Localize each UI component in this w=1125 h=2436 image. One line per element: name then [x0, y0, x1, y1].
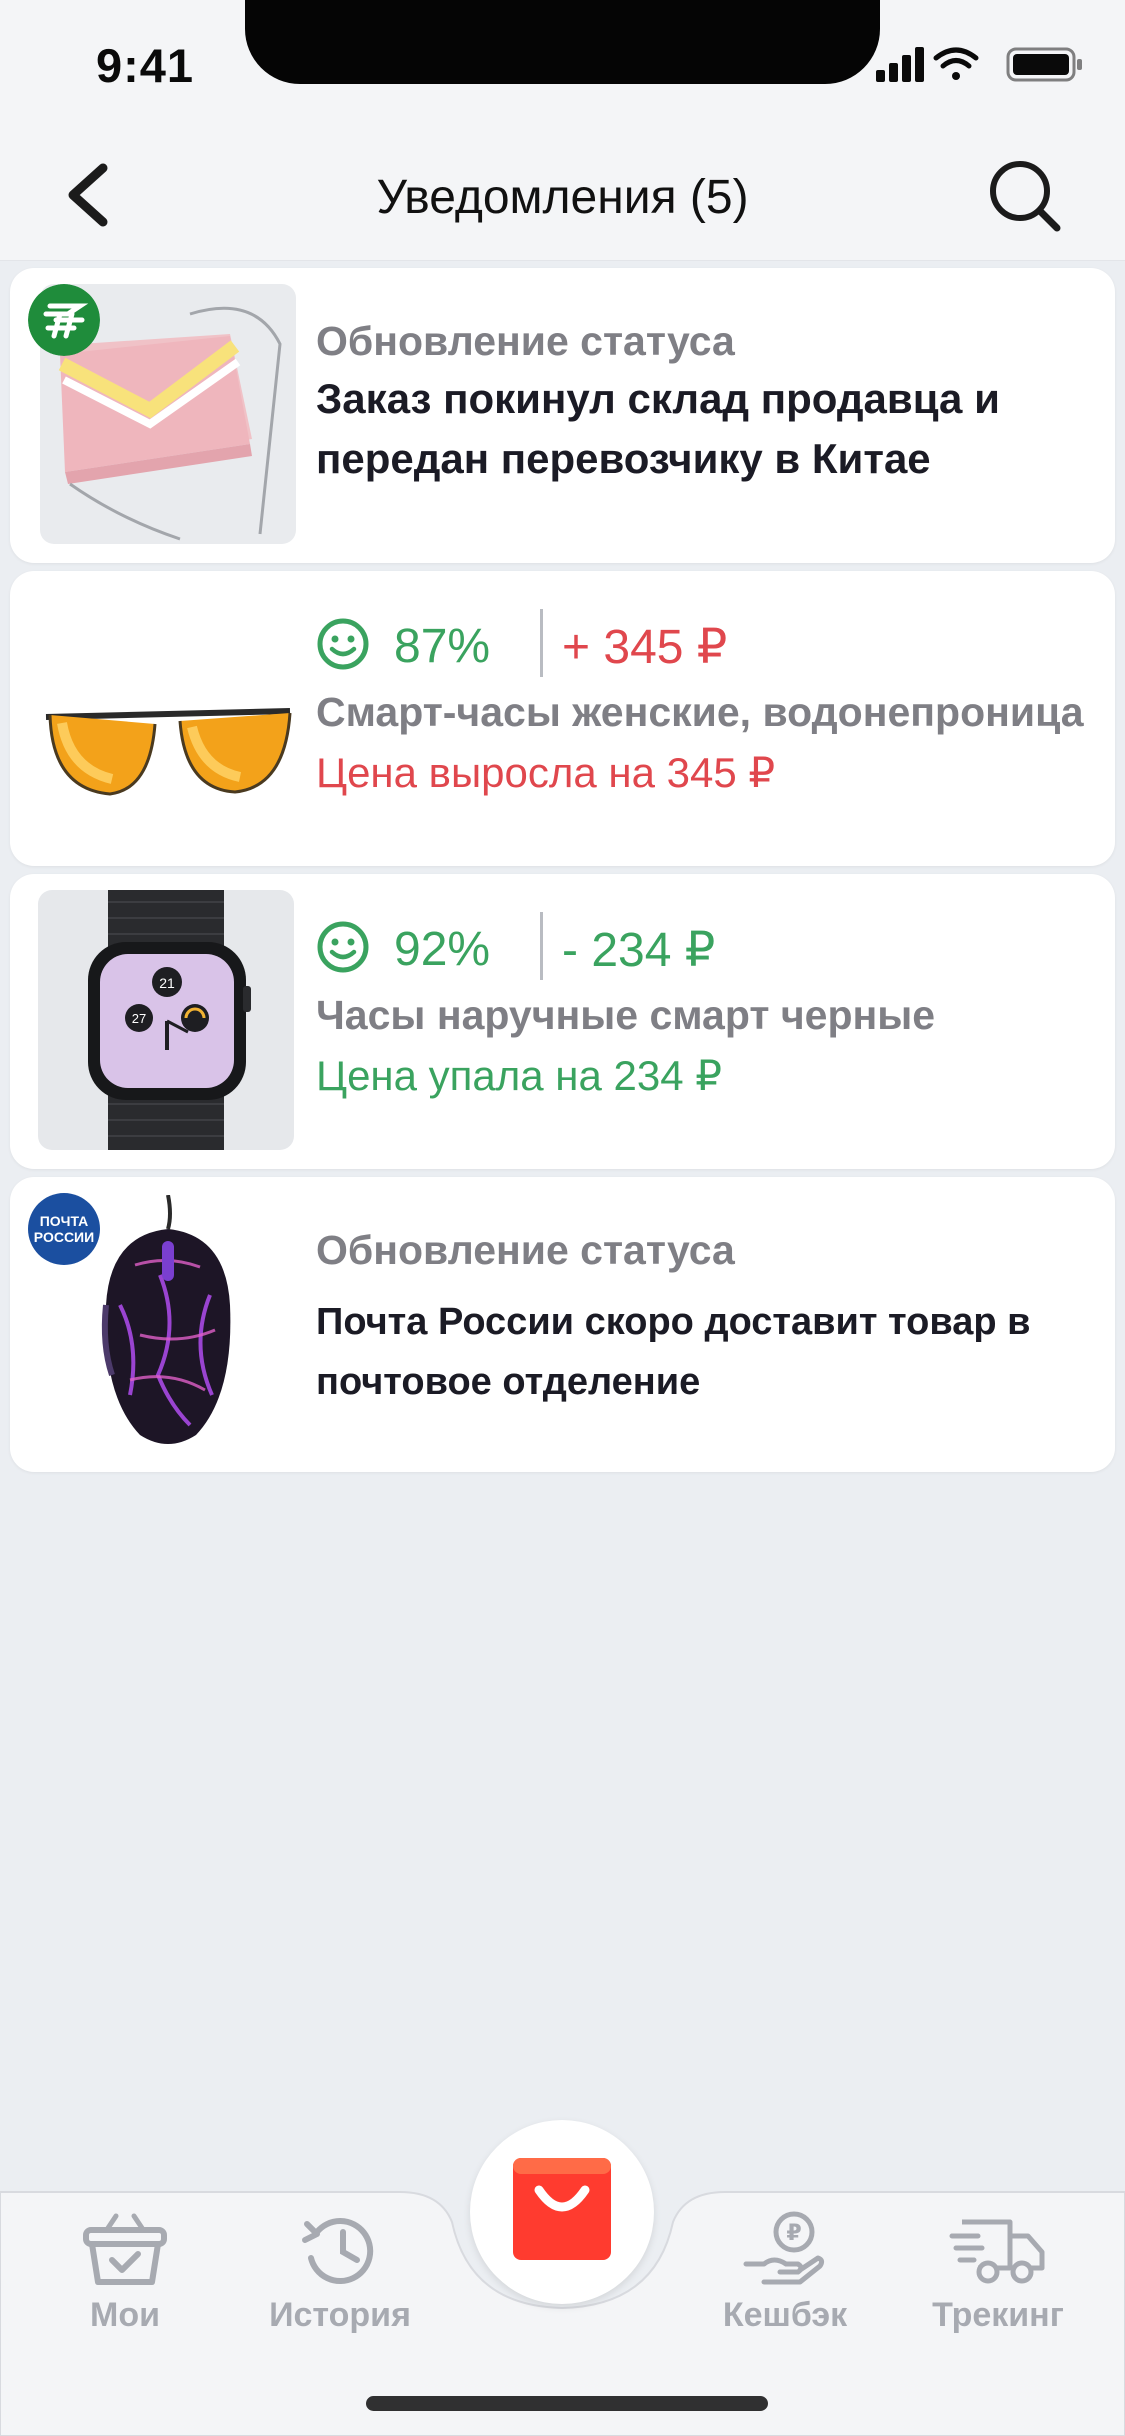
tab-label: Кешбэк: [722, 2296, 848, 2334]
notification-message: Почта России скоро доставит товар в почт…: [316, 1301, 1031, 1403]
truck-icon: [949, 2219, 1045, 2284]
price-notification-content: 92% - 234 ₽ Часы наручные смарт черные Ц…: [316, 912, 1085, 1100]
price-delta: + 345 ₽: [562, 621, 728, 674]
cashback-icon: ₽: [743, 2211, 825, 2285]
notification-card-price-up[interactable]: 87% + 345 ₽ Смарт-часы женские, водонепр…: [10, 571, 1115, 866]
tab-my[interactable]: Мои: [35, 2210, 215, 2335]
system-status-icons: [876, 47, 1082, 82]
tab-tracking[interactable]: Трекинг: [908, 2210, 1088, 2335]
price-change-note: Цена выросла на 345 ₽: [316, 749, 776, 796]
product-title: Часы наручные смарт черные: [316, 992, 936, 1038]
svg-text:₽: ₽: [786, 2221, 801, 2246]
notification-card-price-down[interactable]: 21 27 92% - 234 ₽ Часы наручные смарт че…: [10, 874, 1115, 1169]
smile-rating-icon: [317, 921, 369, 973]
badge-text-line: РОССИИ: [33, 1229, 95, 1245]
watch-date-digit: 21: [159, 975, 175, 991]
page-title: Уведомления (5): [376, 171, 749, 224]
status-time: 9:41: [96, 39, 195, 92]
aliexpress-bag-icon: [513, 2158, 611, 2260]
notification-card-status[interactable]: Обновление статуса Заказ покинул склад п…: [10, 268, 1115, 563]
product-image-smart-watch: 21 27: [38, 890, 294, 1150]
home-indicator: [366, 2396, 768, 2411]
notification-content: Обновление статуса Заказ покинул склад п…: [316, 318, 1085, 489]
stats-divider: [540, 609, 543, 677]
seller-rating-percent: 92%: [394, 923, 491, 976]
tab-shop-center[interactable]: [470, 2120, 654, 2304]
status-bar: 9:41: [0, 0, 1125, 130]
russian-post-badge-icon: ПОЧТА РОССИИ: [28, 1193, 100, 1265]
tab-label: История: [269, 2296, 411, 2334]
product-image-sunglasses: [40, 589, 296, 849]
watch-complication-digit: 27: [132, 1011, 146, 1026]
product-title: Смарт-часы женские, водонепроницаемые: [316, 689, 1085, 735]
cellular-signal-icon: [876, 47, 924, 82]
notification-card-status[interactable]: ПОЧТА РОССИИ Обновление статуса Почта Ро…: [10, 1177, 1115, 1472]
device-notch: [245, 0, 880, 84]
tab-label: Мои: [90, 2296, 160, 2334]
wifi-icon: [933, 47, 979, 80]
price-change-note: Цена упала на 234 ₽: [316, 1052, 722, 1099]
stats-divider: [540, 912, 543, 980]
notification-title: Обновление статуса: [316, 318, 735, 364]
tab-label: Трекинг: [932, 2296, 1064, 2334]
price-delta: - 234 ₽: [562, 924, 716, 977]
navigation-bar: Уведомления (5): [0, 130, 1125, 261]
china-post-badge-icon: [28, 284, 100, 356]
tab-cashback[interactable]: ₽ Кешбэк: [695, 2210, 875, 2335]
price-notification-content: 87% + 345 ₽ Смарт-часы женские, водонепр…: [316, 609, 1085, 797]
badge-text-line: ПОЧТА: [39, 1213, 89, 1229]
notification-message: Заказ покинул склад продавца и передан п…: [316, 375, 1000, 482]
basket-icon: [83, 2213, 167, 2285]
search-icon[interactable]: [985, 156, 1065, 236]
history-icon: [302, 2218, 374, 2285]
smile-rating-icon: [317, 618, 369, 670]
notification-content: Обновление статуса Почта России скоро до…: [316, 1227, 1085, 1412]
price-stats-row: 87% + 345 ₽: [316, 609, 1085, 679]
seller-rating-percent: 87%: [394, 620, 491, 673]
battery-icon: [1006, 47, 1082, 82]
notification-title: Обновление статуса: [316, 1227, 735, 1273]
price-stats-row: 92% - 234 ₽: [316, 912, 1085, 982]
tab-history[interactable]: История: [250, 2210, 430, 2335]
